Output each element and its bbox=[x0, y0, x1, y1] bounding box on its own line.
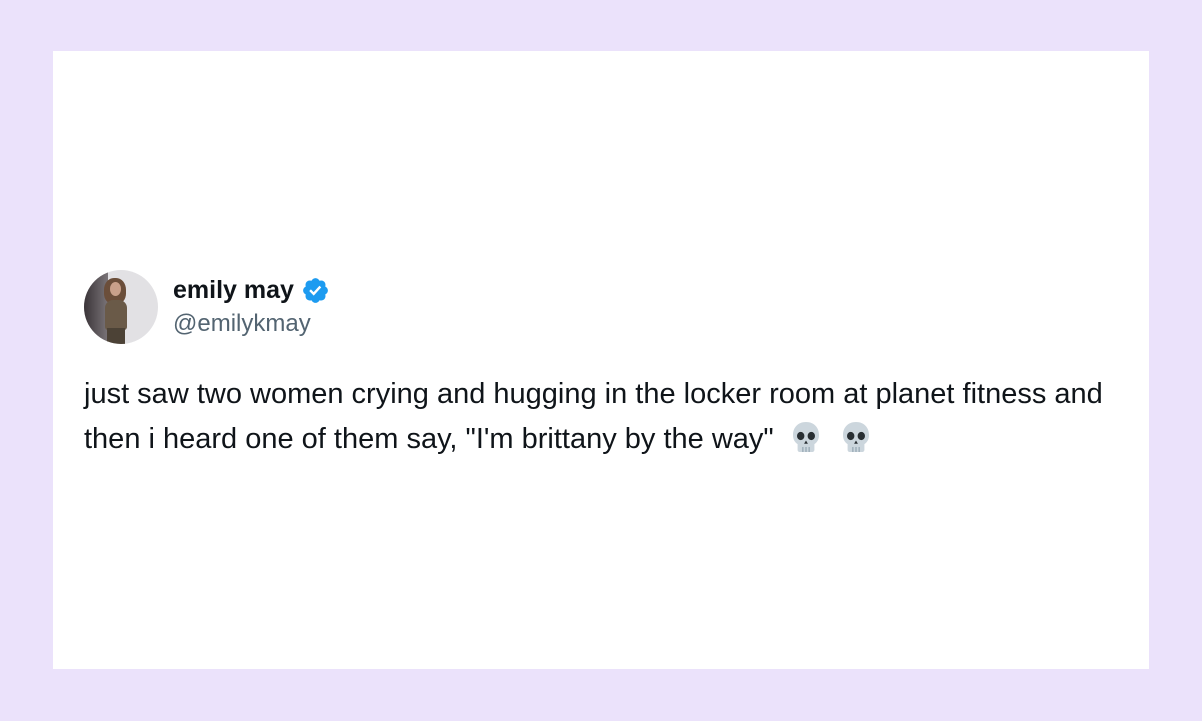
handle[interactable]: @emilykmay bbox=[173, 307, 330, 341]
tweet-header: emily may @emilykmay bbox=[84, 270, 1124, 344]
tweet-text-container: just saw two women crying and hugging in… bbox=[84, 372, 1119, 462]
tweet-text: just saw two women crying and hugging in… bbox=[84, 378, 1103, 455]
name-row: emily may bbox=[173, 273, 330, 307]
tweet: emily may @emilykmay just saw two women … bbox=[84, 270, 1124, 462]
avatar[interactable] bbox=[84, 270, 158, 344]
author-info: emily may @emilykmay bbox=[173, 273, 330, 341]
display-name[interactable]: emily may bbox=[173, 276, 294, 305]
skull-icon bbox=[788, 419, 824, 455]
verified-badge-icon bbox=[301, 276, 330, 305]
skull-icon bbox=[838, 419, 874, 455]
